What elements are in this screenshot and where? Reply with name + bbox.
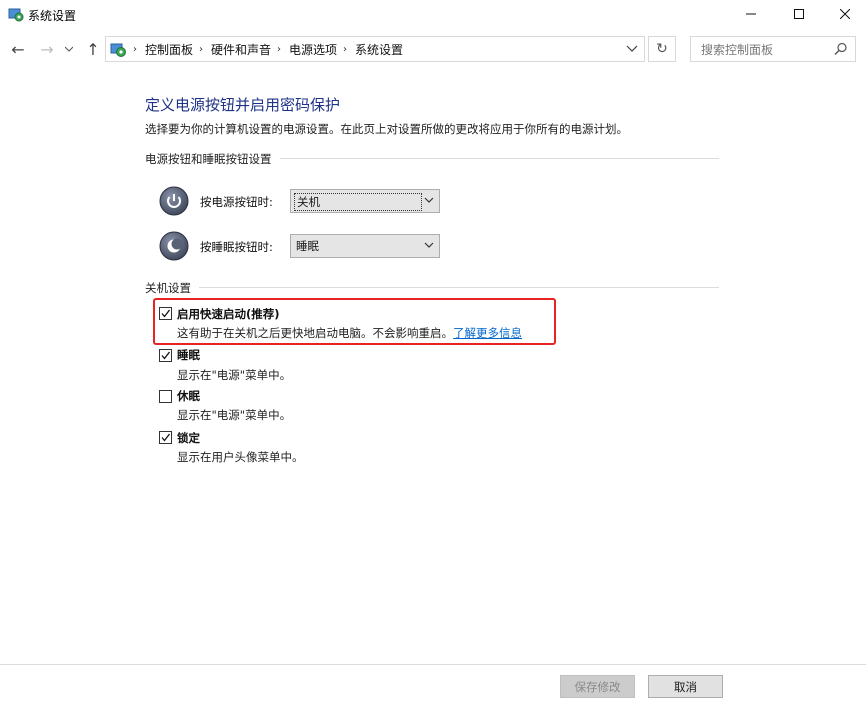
- power-button-icon: [159, 186, 189, 216]
- up-button[interactable]: ↑: [82, 38, 104, 60]
- title-bar: 系统设置: [0, 0, 866, 30]
- maximize-button[interactable]: [776, 0, 822, 28]
- sleep-checkbox[interactable]: [159, 349, 172, 362]
- learn-more-link[interactable]: 了解更多信息: [453, 326, 522, 340]
- control-panel-icon: [8, 6, 24, 22]
- up-arrow-icon: ↑: [86, 39, 100, 59]
- sleep-button-icon: [159, 231, 189, 261]
- sleep-option-label: 睡眠: [177, 348, 200, 362]
- hibernate-checkbox[interactable]: [159, 390, 172, 403]
- breadcrumb-separator-icon: ›: [277, 43, 282, 55]
- sleep-button-label: 按睡眠按钮时:: [200, 240, 273, 254]
- refresh-icon: ↻: [656, 41, 668, 57]
- checkmark-icon: [161, 433, 171, 442]
- page-title: 定义电源按钮并启用密码保护: [145, 96, 341, 114]
- power-button-action-select[interactable]: 关机: [290, 189, 440, 213]
- refresh-button[interactable]: ↻: [648, 36, 676, 62]
- fast-startup-label: 启用快速启动(推荐): [177, 307, 280, 321]
- save-changes-button[interactable]: 保存修改: [560, 675, 635, 698]
- fast-startup-desc-text: 这有助于在关机之后更快地启动电脑。不会影响重启。: [177, 326, 453, 340]
- lock-checkbox[interactable]: [159, 431, 172, 444]
- search-icon: [834, 42, 847, 55]
- chevron-down-icon: [626, 45, 638, 52]
- power-button-label: 按电源按钮时:: [200, 195, 273, 209]
- checkmark-icon: [161, 309, 171, 318]
- search-box[interactable]: [690, 36, 856, 62]
- shutdown-group-label: 关机设置: [145, 280, 199, 296]
- power-button-action-value: 关机: [294, 193, 422, 211]
- power-buttons-group-label: 电源按钮和睡眠按钮设置: [145, 151, 280, 167]
- hibernate-option-description: 显示在"电源"菜单中。: [177, 408, 292, 422]
- lock-option-label: 锁定: [177, 431, 200, 445]
- checkmark-icon: [161, 351, 171, 360]
- hibernate-option-label: 休眠: [177, 389, 200, 403]
- address-history-dropdown[interactable]: [626, 42, 638, 59]
- forward-button[interactable]: →: [36, 38, 58, 60]
- footer-divider: [0, 664, 866, 665]
- breadcrumb-hardware-sound[interactable]: 硬件和声音: [211, 41, 271, 58]
- close-button[interactable]: [822, 0, 866, 28]
- back-arrow-icon: ←: [11, 39, 25, 59]
- window-title: 系统设置: [28, 9, 77, 23]
- fast-startup-checkbox[interactable]: [159, 307, 172, 320]
- maximize-icon: [794, 9, 804, 19]
- chevron-down-icon: [65, 46, 73, 52]
- breadcrumb-control-panel[interactable]: 控制面板: [145, 41, 193, 58]
- cancel-button[interactable]: 取消: [648, 675, 723, 698]
- control-panel-icon: [109, 40, 127, 58]
- group-divider: [150, 287, 719, 288]
- chevron-down-icon: [424, 197, 434, 203]
- sleep-option-description: 显示在"电源"菜单中。: [177, 368, 292, 382]
- sleep-button-action-value: 睡眠: [296, 239, 319, 253]
- close-icon: [840, 9, 850, 19]
- breadcrumb-power-options[interactable]: 电源选项: [289, 41, 337, 58]
- lock-option-description: 显示在用户头像菜单中。: [177, 450, 304, 464]
- chevron-down-icon: [424, 242, 434, 248]
- recent-locations-button[interactable]: [61, 38, 77, 60]
- address-bar[interactable]: › 控制面板 › 硬件和声音 › 电源选项 › 系统设置: [105, 36, 645, 62]
- forward-arrow-icon: →: [40, 39, 54, 59]
- breadcrumb-separator-icon: ›: [133, 43, 137, 55]
- search-input[interactable]: [699, 38, 833, 62]
- minimize-icon: [746, 13, 756, 15]
- breadcrumb-separator-icon: ›: [199, 43, 204, 55]
- minimize-button[interactable]: [728, 0, 774, 28]
- breadcrumb-separator-icon: ›: [343, 43, 348, 55]
- page-description: 选择要为你的计算机设置的电源设置。在此页上对设置所做的更改将应用于你所有的电源计…: [145, 122, 628, 136]
- breadcrumb-system-settings[interactable]: 系统设置: [355, 41, 403, 58]
- fast-startup-description: 这有助于在关机之后更快地启动电脑。不会影响重启。了解更多信息: [177, 325, 522, 341]
- sleep-button-action-select[interactable]: 睡眠: [290, 234, 440, 258]
- back-button[interactable]: ←: [7, 38, 29, 60]
